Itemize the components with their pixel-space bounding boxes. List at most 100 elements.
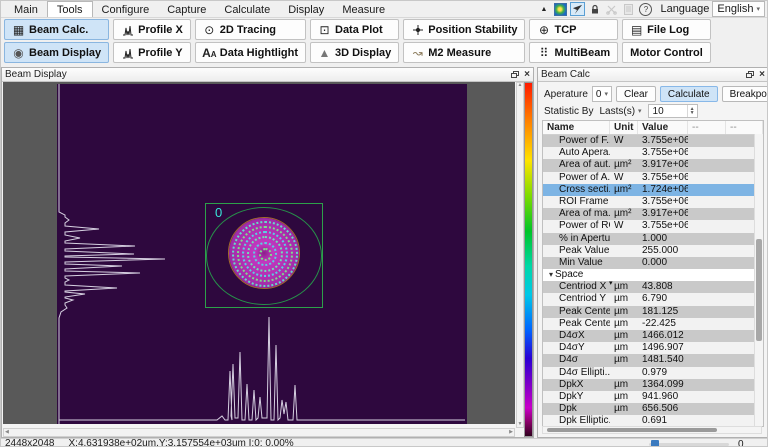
group-label: Space <box>555 269 584 281</box>
beam-display-horizontal-scrollbar[interactable]: ◀ ▶ <box>3 428 515 437</box>
table-row[interactable]: Power of A... W 3.755e+06 <box>543 171 763 184</box>
table-row[interactable]: Centriod Y µm 6.790 <box>543 293 763 306</box>
calculate-button[interactable]: Calculate <box>659 86 718 102</box>
table-row[interactable]: D4σY µm 1496.907 <box>543 342 763 355</box>
cell-value: 1.724e+06 <box>642 183 688 195</box>
statistic-mode-select[interactable]: Lasts(s) ▾ <box>596 104 644 118</box>
aperture-select[interactable]: 0 ▾ <box>591 86 612 102</box>
toolbar-button-profile-y[interactable]: Profile Y <box>113 42 191 63</box>
cell-extra <box>688 220 726 232</box>
toolbar-button-beam-display[interactable]: ◉ Beam Display <box>4 42 110 63</box>
scrollbar-thumb[interactable] <box>756 239 762 342</box>
toolbar-button-position-stability[interactable]: Position Stability <box>403 19 526 40</box>
float-window-icon[interactable] <box>511 70 520 79</box>
float-window-icon[interactable] <box>746 70 755 79</box>
application-window: Main Tools Configure Capture Calculate Displa… <box>0 0 768 447</box>
close-icon[interactable]: × <box>524 69 530 80</box>
language-select[interactable]: English ▾ <box>712 1 765 17</box>
beam-ring <box>259 248 272 261</box>
m2-measure-icon: ↝ <box>412 45 423 60</box>
intensity-colorbar <box>524 82 533 437</box>
cell-name: Peak Value <box>559 244 610 256</box>
slider-thumb[interactable] <box>651 440 659 446</box>
scroll-down-icon[interactable]: ▼ <box>518 422 523 427</box>
toolbar-button-multibeam[interactable]: ⠿ MultiBeam <box>529 42 619 63</box>
beam-display-panel: Beam Display × 0 ▲ ▼ ◀ ▶ <box>1 67 534 438</box>
table-row[interactable]: % in Aperture 1.000 <box>543 232 763 245</box>
cell-value: 43.808 <box>642 281 673 293</box>
cell-name: % in Aperture <box>559 232 610 244</box>
lock-icon[interactable] <box>587 2 602 16</box>
table-row[interactable]: D4σ Ellipti... 0.979 <box>543 366 763 379</box>
beam-calc-vertical-scrollbar[interactable] <box>754 134 763 426</box>
table-row[interactable]: Area of aut... µm² 3.917e+06 <box>543 159 763 172</box>
menu-item-configure[interactable]: Configure <box>93 1 159 17</box>
toolbar-button-motor-control[interactable]: Motor Control <box>622 42 711 63</box>
expander-icon[interactable]: ▾ <box>545 270 553 279</box>
toolbar-button-m2-measure[interactable]: ↝ M2 Measure <box>403 42 526 63</box>
cell-unit: µm² <box>614 183 632 195</box>
menu-item-main[interactable]: Main <box>5 1 47 17</box>
menu-item-measure[interactable]: Measure <box>333 1 394 17</box>
scissors-icon[interactable] <box>604 2 619 16</box>
scroll-left-icon[interactable]: ◀ <box>5 430 9 435</box>
colormap-icon[interactable] <box>553 2 568 16</box>
file-log-icon: ▤ <box>630 22 643 37</box>
menu-item-capture[interactable]: Capture <box>158 1 215 17</box>
table-row[interactable]: Power of F... W 3.755e+06 <box>543 135 763 148</box>
table-row[interactable]: DpkX µm 1364.099 <box>543 378 763 391</box>
toolbar-button-2d-tracing[interactable]: ⊙ 2D Tracing <box>194 19 306 40</box>
table-row[interactable]: Min Value 0.000 <box>543 256 763 270</box>
close-icon[interactable]: × <box>759 69 765 80</box>
beam-display-titlebar: Beam Display × <box>2 68 533 82</box>
scrollbar-thumb[interactable] <box>547 428 718 432</box>
cell-value: 1364.099 <box>642 378 684 390</box>
toolbar-button-3d-display[interactable]: ▲ 3D Display <box>310 42 400 63</box>
cell-extra <box>688 147 726 159</box>
collapse-icon[interactable]: ▲ <box>536 2 551 16</box>
table-row[interactable]: D4σ µm 1481.540 <box>543 354 763 367</box>
table-row[interactable]: Peak Cente... µm -22.425 <box>543 317 763 330</box>
menu-item-display[interactable]: Display <box>279 1 333 17</box>
table-row[interactable]: Peak Value 255.000 <box>543 244 763 257</box>
table-row[interactable]: DpkY µm 941.960 <box>543 390 763 404</box>
table-row[interactable]: ROI Frame 3.755e+06 <box>543 195 763 209</box>
cell-name: D4σY <box>559 342 585 354</box>
statistic-value-spinbox[interactable]: 10 ▲ ▼ <box>647 104 698 118</box>
cell-extra <box>688 293 726 305</box>
beam-calc-horizontal-scrollbar[interactable] <box>542 426 762 434</box>
toolbar-button-beam-calc[interactable]: ▦ Beam Calc. <box>4 19 110 40</box>
toolbar-button-tcp[interactable]: ⊕ TCP <box>529 19 619 40</box>
table-row[interactable]: Dpk µm 656.506 <box>543 403 763 416</box>
table-row[interactable]: Auto Apera... 3.755e+06 <box>543 147 763 160</box>
toolbar-button-profile-x[interactable]: Profile X <box>113 19 191 40</box>
table-row[interactable]: Area of ma... µm² 3.917e+06 <box>543 208 763 221</box>
table-group-row[interactable]: ▾ Space ▾ <box>543 269 763 287</box>
toolbar-button-data-plot[interactable]: ⊡ Data Plot <box>310 19 400 40</box>
table-row[interactable]: D4σX µm 1466.012 <box>543 330 763 343</box>
toolbar-button-label: Motor Control <box>630 46 703 59</box>
status-slider[interactable] <box>649 440 729 446</box>
cell-unit <box>610 367 638 379</box>
scroll-up-icon[interactable]: ▲ <box>518 83 523 88</box>
toolbar-button-data-hightlight[interactable]: AA Data Hightlight <box>194 42 306 63</box>
cell-name: D4σ <box>559 354 578 366</box>
document-icon[interactable] <box>621 2 636 16</box>
menu-item-tools[interactable]: Tools <box>46 1 93 17</box>
pointer-icon[interactable] <box>570 2 586 16</box>
breakpoint-button[interactable]: Breakpoint <box>721 86 767 102</box>
statistic-value: 10 <box>652 106 664 117</box>
menu-item-calculate[interactable]: Calculate <box>215 1 279 17</box>
table-row[interactable]: Centriod X µm 43.808 <box>543 281 763 294</box>
toolbar-button-file-log[interactable]: ▤ File Log <box>622 19 711 40</box>
table-row[interactable]: Cross secti... µm² 1.724e+06 <box>543 183 763 196</box>
scroll-right-icon[interactable]: ▶ <box>509 430 513 435</box>
table-row[interactable]: Peak Cente... µm 181.125 <box>543 305 763 318</box>
clear-button[interactable]: Clear <box>616 86 656 102</box>
beam-display-canvas[interactable]: 0 <box>3 82 515 424</box>
beam-display-vertical-scrollbar[interactable]: ▲ ▼ <box>516 82 524 428</box>
help-icon[interactable]: ? <box>638 2 653 16</box>
cell-name: D4σX <box>559 330 585 341</box>
table-row[interactable]: Power of ROI W 3.755e+06 <box>543 220 763 233</box>
spin-down-icon[interactable]: ▼ <box>690 111 695 116</box>
